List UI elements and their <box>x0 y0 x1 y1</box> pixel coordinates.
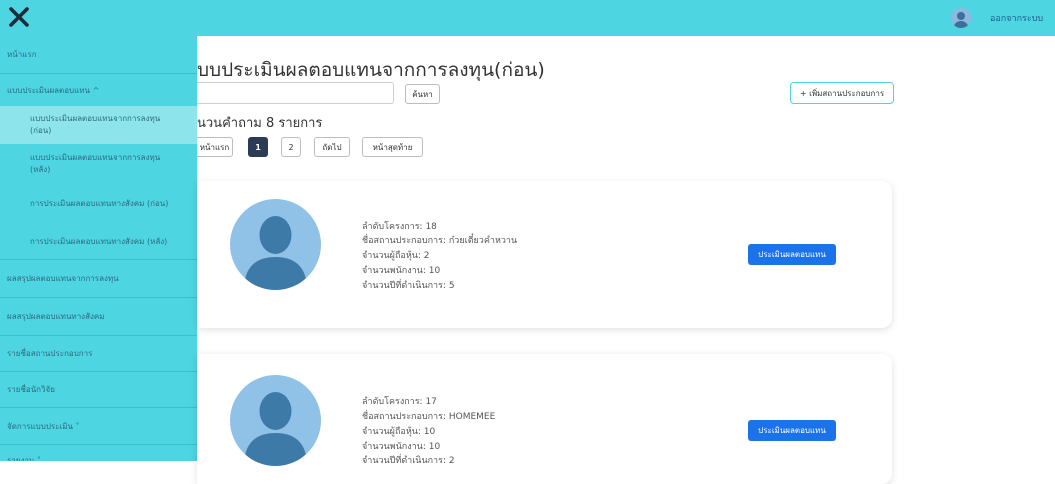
pagination-next[interactable]: ถัดไป <box>314 137 350 157</box>
question-count: นวนคำถาม 8 รายการ <box>197 116 323 131</box>
sidebar-subitem-invest-before[interactable]: แบบประเมินผลตอบแทนจากการลงทุน (ก่อน) <box>0 106 197 144</box>
person-avatar-icon <box>230 199 321 290</box>
close-icon[interactable] <box>6 4 32 30</box>
pagination-page-2[interactable]: 2 <box>281 137 301 157</box>
info-project-number: ลำดับโครงการ: 17 <box>362 397 437 407</box>
sidebar-item-home[interactable]: หน้าแรก <box>0 36 197 74</box>
pagination-page-1[interactable]: 1 <box>248 137 268 157</box>
sidebar-subitem-social-after[interactable]: การประเมินผลตอบแทนทางสังคม (หลัง) <box>0 224 197 260</box>
pagination-first[interactable]: หน้าแรก <box>197 137 233 157</box>
info-establishment-name: ชื่อสถานประกอบการ: ก๋วยเตี๋ยวคำหวาน <box>362 236 518 246</box>
user-avatar-icon[interactable] <box>951 8 971 28</box>
sidebar-item-social-summary[interactable]: ผลสรุปผลตอบแทนทางสังคม <box>0 298 197 336</box>
establishment-card: ลำดับโครงการ: 18 ชื่อสถานประกอบการ: ก๋วย… <box>197 181 892 328</box>
sidebar-subitem-invest-after[interactable]: แบบประเมินผลตอบแทนจากการลงทุน (หลัง) <box>0 144 197 184</box>
sidebar-item-manage-forms[interactable]: จัดการแบบประเมิน ˅ <box>0 408 197 445</box>
sidebar-item-investment-summary[interactable]: ผลสรุปผลตอบแทนจากการลงทุน <box>0 260 197 298</box>
search-button[interactable]: ค้นหา <box>405 84 440 104</box>
sidebar-subitem-label: การประเมินผลตอบแทนทางสังคม (ก่อน) <box>30 199 169 208</box>
info-employees: จำนวนพนักงาน: 10 <box>362 442 441 452</box>
pagination-last[interactable]: หน้าสุดท้าย <box>362 137 423 157</box>
sidebar: หน้าแรก แบบประเมินผลตอบแทน ^ แบบประเมินผ… <box>0 36 197 461</box>
logout-link[interactable]: ออกจากระบบ <box>990 11 1043 25</box>
sidebar-item-evaluation[interactable]: แบบประเมินผลตอบแทน ^ <box>0 74 197 106</box>
evaluate-button[interactable]: ประเมินผลตอบแทน <box>748 420 836 441</box>
sidebar-item-establishments[interactable]: รายชื่อสถานประกอบการ <box>0 336 197 372</box>
info-employees: จำนวนพนักงาน: 10 <box>362 266 441 276</box>
sidebar-subitem-label: แบบประเมินผลตอบแทนจากการลงทุน (ก่อน) <box>30 114 161 135</box>
sidebar-subitem-label: แบบประเมินผลตอบแทนจากการลงทุน (หลัง) <box>30 153 161 174</box>
establishment-card: ลำดับโครงการ: 17 ชื่อสถานประกอบการ: HOME… <box>197 354 892 484</box>
person-avatar-icon <box>230 375 321 466</box>
sidebar-subitem-social-before[interactable]: การประเมินผลตอบแทนทางสังคม (ก่อน) <box>0 184 197 224</box>
info-years-operating: จำนวนปีที่ดำเนินการ: 5 <box>362 281 455 291</box>
info-project-number: ลำดับโครงการ: 18 <box>362 222 437 232</box>
page-title: บบประเมินผลตอบแทนจากการลงทุน(ก่อน) <box>197 59 545 81</box>
add-establishment-button[interactable]: + เพิ่มสถานประกอบการ <box>790 82 894 104</box>
info-shareholders: จำนวนผู้ถือหุ้น: 10 <box>362 427 436 437</box>
info-shareholders: จำนวนผู้ถือหุ้น: 2 <box>362 251 430 261</box>
sidebar-item-reports[interactable]: รายงาน ˅ <box>0 445 197 462</box>
evaluate-button[interactable]: ประเมินผลตอบแทน <box>748 244 836 265</box>
sidebar-subitem-label: การประเมินผลตอบแทนทางสังคม (หลัง) <box>30 236 168 246</box>
top-bar: ออกจากระบบ <box>0 0 1055 36</box>
sidebar-item-researchers[interactable]: รายชื่อนักวิจัย <box>0 372 197 408</box>
info-establishment-name: ชื่อสถานประกอบการ: HOMEMEE <box>362 412 496 422</box>
search-input[interactable] <box>197 82 394 104</box>
info-years-operating: จำนวนปีที่ดำเนินการ: 2 <box>362 456 455 466</box>
